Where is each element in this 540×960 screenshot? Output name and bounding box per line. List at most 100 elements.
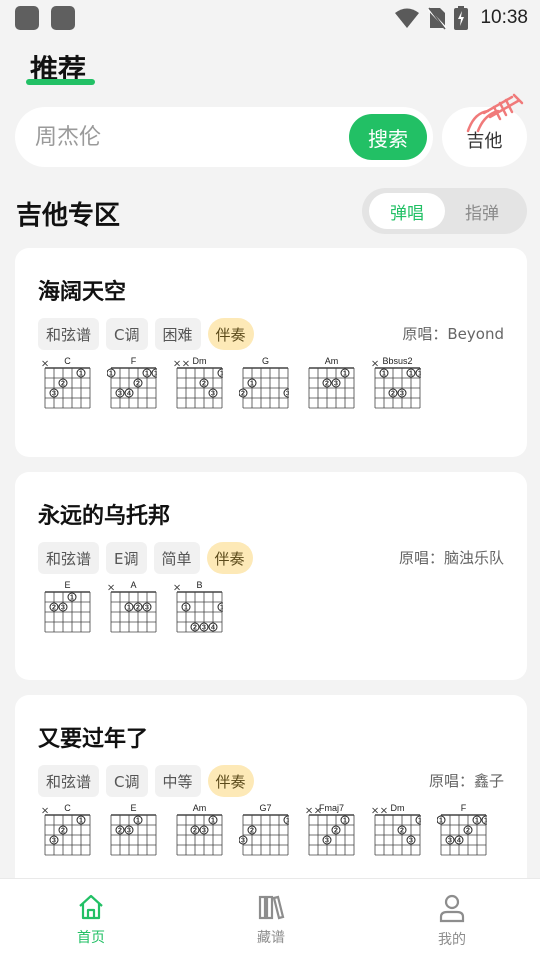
tag-accompaniment: 伴奏 <box>206 542 253 574</box>
svg-text:1: 1 <box>154 371 157 378</box>
muted-string-mark: × <box>173 359 181 370</box>
song-tags: 和弦谱 E调 简单 伴奏 <box>38 542 253 574</box>
original-singer: 原唱：鑫子 <box>428 772 504 790</box>
finger-dot: 3 <box>49 835 59 845</box>
chord-diagram: Bbsus2 × 1 2 3 1 1 <box>371 356 425 418</box>
nav-profile-label: 我的 <box>438 932 466 948</box>
finger-dot: 3 <box>208 388 218 398</box>
original-singer: 原唱：脑浊乐队 <box>398 549 504 567</box>
no-sim-icon <box>428 7 447 30</box>
svg-text:1: 1 <box>382 371 386 378</box>
finger-dot: 1 <box>106 368 116 378</box>
finger-dot: 1 <box>340 368 350 378</box>
chord-name: C <box>64 803 71 813</box>
tag-key: C调 <box>106 765 148 797</box>
svg-text:2: 2 <box>52 605 56 612</box>
svg-text:2: 2 <box>61 828 65 835</box>
svg-text:4: 4 <box>211 625 215 632</box>
muted-string-mark: × <box>173 583 181 594</box>
finger-dot: 2 <box>133 378 143 388</box>
song-card[interactable]: 又要过年了 和弦谱 C调 中等 伴奏 原唱：鑫子 C × 3 2 1 E 2 3 1 Am 2 3 1 G… <box>15 695 527 895</box>
chord-diagram: Fmaj7 × × 3 2 1 <box>305 803 355 865</box>
search-input[interactable] <box>35 107 335 167</box>
svg-text:4: 4 <box>127 391 131 398</box>
finger-dot: 1 <box>436 815 446 825</box>
chord-name: Dm <box>193 356 207 366</box>
chord-name: Am <box>325 356 339 366</box>
finger-dot: 1 <box>283 815 293 825</box>
finger-dot: 2 <box>331 825 341 835</box>
chord-name: Fmaj7 <box>319 803 344 813</box>
svg-text:3: 3 <box>325 838 329 845</box>
song-title: 永远的乌托邦 <box>38 504 171 529</box>
instrument-switch-button[interactable]: 吉他 <box>442 93 527 167</box>
nav-home[interactable]: 首页 <box>51 893 131 947</box>
finger-dot: 2 <box>58 378 68 388</box>
notification-icon <box>15 6 39 30</box>
search-button[interactable]: 搜索 <box>349 114 427 160</box>
finger-dot: 3 <box>445 835 455 845</box>
song-card[interactable]: 永远的乌托邦 和弦谱 E调 简单 伴奏 原唱：脑浊乐队 E 2 3 1 A × 1 2 3 B × 1… <box>15 472 527 680</box>
svg-text:3: 3 <box>409 838 413 845</box>
svg-text:3: 3 <box>118 391 122 398</box>
svg-text:3: 3 <box>448 838 452 845</box>
finger-dot: 1 <box>142 368 152 378</box>
finger-dot: 2 <box>397 825 407 835</box>
svg-text:3: 3 <box>202 625 206 632</box>
svg-text:1: 1 <box>409 371 413 378</box>
home-icon <box>79 894 103 920</box>
svg-text:2: 2 <box>334 828 338 835</box>
svg-text:1: 1 <box>418 818 421 825</box>
finger-dot: 1 <box>415 815 425 825</box>
nav-profile[interactable]: 我的 <box>412 893 492 949</box>
wifi-icon <box>395 8 420 28</box>
svg-text:1: 1 <box>418 371 421 378</box>
muted-string-mark: × <box>380 806 388 817</box>
chord-diagram: E 231 <box>41 580 91 642</box>
mode-switch: 弹唱 指弹 <box>362 188 527 234</box>
svg-text:3: 3 <box>202 828 206 835</box>
chord-name: F <box>131 356 137 366</box>
finger-dot: 2 <box>190 622 200 632</box>
finger-dot: 2 <box>388 388 398 398</box>
song-tags: 和弦谱 C调 困难 伴奏 <box>38 318 254 350</box>
tag-notation: 和弦谱 <box>38 765 100 797</box>
finger-dot: 2 <box>199 378 209 388</box>
chord-diagram: Am 2 3 1 <box>305 356 355 418</box>
chord-name: E <box>64 580 70 590</box>
battery-charging-icon <box>454 6 469 30</box>
nav-home-label: 首页 <box>77 930 105 946</box>
chord-list: C × 3 2 1 F 1 3 4 2 1 1 Dm × × 2 3 1 G 2 1 3 Am 2 3 1 Bbsus2 × 1 2 3 1 1 <box>41 356 425 418</box>
finger-dot: 1 <box>67 592 77 602</box>
chord-diagram: C × 3 2 1 <box>41 356 91 418</box>
muted-string-mark: × <box>41 359 49 370</box>
mode-strum-sing[interactable]: 弹唱 <box>369 193 445 229</box>
mode-fingerstyle[interactable]: 指弹 <box>444 193 520 229</box>
chord-name: B <box>196 580 202 590</box>
svg-text:1: 1 <box>79 371 83 378</box>
svg-text:2: 2 <box>118 828 122 835</box>
svg-text:2: 2 <box>193 828 197 835</box>
svg-text:2: 2 <box>136 605 140 612</box>
chord-name: G <box>262 356 269 366</box>
finger-dot: 2 <box>322 378 332 388</box>
profile-icon <box>439 894 465 923</box>
instrument-label: 吉他 <box>466 131 503 152</box>
tag-key: C调 <box>106 318 148 350</box>
notification-icon <box>51 6 75 30</box>
chord-name: E <box>130 803 136 813</box>
muted-string-mark: × <box>182 359 190 370</box>
chord-diagram: A × 1 2 3 <box>107 580 157 642</box>
tab-indicator <box>26 79 95 85</box>
svg-text:4: 4 <box>457 838 461 845</box>
finger-dot: 3 <box>142 602 152 612</box>
chord-name: A <box>130 580 136 590</box>
section-title: 吉他专区 <box>16 201 121 231</box>
svg-text:1: 1 <box>343 818 347 825</box>
song-card[interactable]: 海阔天空 和弦谱 C调 困难 伴奏 原唱：Beyond C × 3 2 1 F 1 3 4 2 1 1… <box>15 248 527 457</box>
svg-text:2: 2 <box>241 391 245 398</box>
nav-library[interactable]: 藏谱 <box>231 893 311 947</box>
tag-difficulty: 中等 <box>154 765 201 797</box>
status-time: 10:38 <box>480 7 528 28</box>
finger-dot: 3 <box>322 835 332 845</box>
